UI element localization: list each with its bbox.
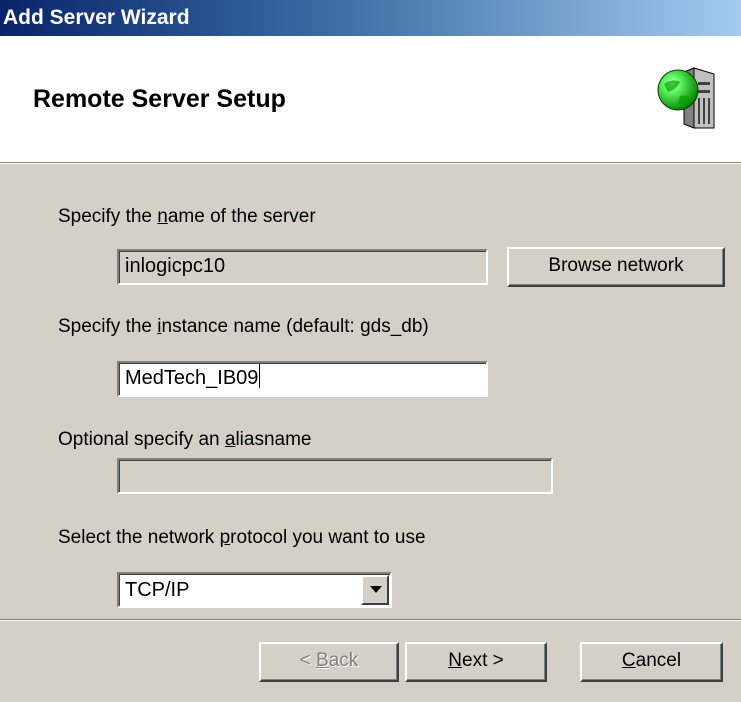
protocol-selected-value: TCP/IP: [125, 579, 190, 601]
server-name-label: Specify the name of the server: [58, 206, 316, 227]
cancel-button[interactable]: Cancel: [580, 642, 723, 682]
text-caret: [259, 364, 261, 388]
page-title: Remote Server Setup: [33, 85, 286, 113]
server-icon: [657, 67, 715, 129]
protocol-label: Select the network protocol you want to …: [58, 527, 426, 548]
title-bar[interactable]: Add Server Wizard: [0, 0, 741, 36]
chevron-down-icon[interactable]: [361, 575, 389, 605]
back-button: < Back: [259, 642, 399, 682]
instance-name-field[interactable]: MedTech_IB09: [117, 361, 488, 397]
instance-name-label: Specify the instance name (default: gds_…: [58, 316, 429, 337]
footer-divider-highlight: [0, 620, 741, 621]
window-title: Add Server Wizard: [3, 6, 190, 29]
next-button[interactable]: Next >: [405, 642, 547, 682]
header-divider-highlight: [0, 163, 741, 164]
alias-field[interactable]: [117, 458, 553, 494]
instance-name-value: MedTech_IB09: [125, 367, 259, 389]
browse-network-button[interactable]: Browse network: [507, 247, 725, 287]
alias-label: Optional specify an aliasname: [58, 429, 312, 450]
server-name-field[interactable]: inlogicpc10: [117, 249, 488, 285]
wizard-header: Remote Server Setup: [0, 36, 741, 162]
protocol-select[interactable]: TCP/IP: [117, 572, 392, 608]
add-server-wizard-window: Add Server Wizard Remote Server Setup Sp…: [0, 0, 741, 702]
